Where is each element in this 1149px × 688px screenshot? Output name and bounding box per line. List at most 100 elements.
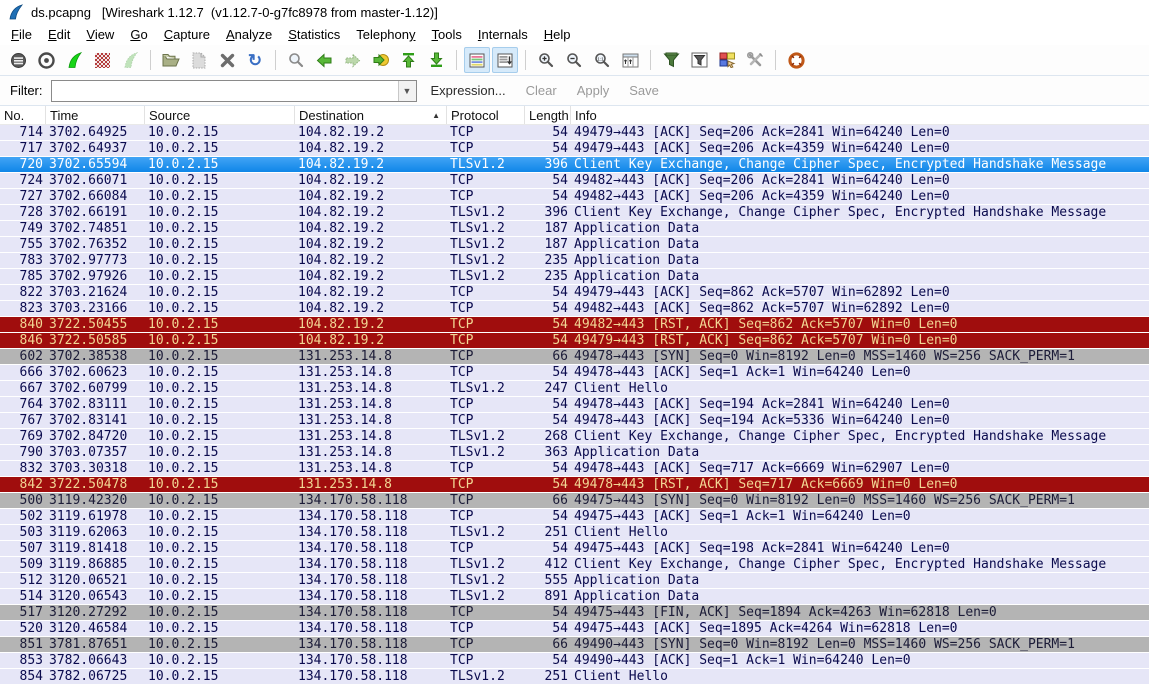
packet-row-785[interactable]: 7853702.9792610.0.2.15104.82.19.2TLSv1.2… <box>0 269 1149 285</box>
column-header-time[interactable]: Time <box>46 106 145 124</box>
packet-row-507[interactable]: 5073119.8141810.0.2.15134.170.58.118TCP5… <box>0 541 1149 557</box>
display-filters-icon[interactable] <box>686 47 712 73</box>
packet-row-767[interactable]: 7673702.8314110.0.2.15131.253.14.8TCP544… <box>0 413 1149 429</box>
resize-columns-icon[interactable] <box>617 47 643 73</box>
cell-time: 3702.97773 <box>46 253 145 268</box>
restart-capture-icon[interactable] <box>117 47 143 73</box>
go-forward-icon[interactable] <box>339 47 365 73</box>
close-file-icon[interactable] <box>214 47 240 73</box>
packet-row-846[interactable]: 8463722.5058510.0.2.15104.82.19.2TCP5449… <box>0 333 1149 349</box>
expression-button[interactable]: Expression... <box>425 83 512 98</box>
packet-row-854[interactable]: 8543782.0672510.0.2.15134.170.58.118TLSv… <box>0 669 1149 685</box>
packet-row-517[interactable]: 5173120.2729210.0.2.15134.170.58.118TCP5… <box>0 605 1149 621</box>
packet-row-509[interactable]: 5093119.8688510.0.2.15134.170.58.118TLSv… <box>0 557 1149 573</box>
packet-row-724[interactable]: 7243702.6607110.0.2.15104.82.19.2TCP5449… <box>0 173 1149 189</box>
filter-label: Filter: <box>10 83 43 98</box>
list-interfaces-icon[interactable] <box>5 47 31 73</box>
menu-item-statistics[interactable]: Statistics <box>280 25 348 44</box>
menu-item-help[interactable]: Help <box>536 25 579 44</box>
zoom-100-icon[interactable]: 1:1 <box>589 47 615 73</box>
packet-row-823[interactable]: 8233703.2316610.0.2.15104.82.19.2TCP5449… <box>0 301 1149 317</box>
packet-row-502[interactable]: 5023119.6197810.0.2.15134.170.58.118TCP5… <box>0 509 1149 525</box>
cell-source: 10.0.2.15 <box>145 461 295 476</box>
filter-dropdown-button[interactable]: ▼ <box>398 81 416 101</box>
packet-row-822[interactable]: 8223703.2162410.0.2.15104.82.19.2TCP5449… <box>0 285 1149 301</box>
menu-item-go[interactable]: Go <box>122 25 155 44</box>
menu-item-telephony[interactable]: Telephony <box>348 25 423 44</box>
column-header-length[interactable]: Length <box>525 106 571 124</box>
packet-row-783[interactable]: 7833702.9777310.0.2.15104.82.19.2TLSv1.2… <box>0 253 1149 269</box>
packet-row-749[interactable]: 7493702.7485110.0.2.15104.82.19.2TLSv1.2… <box>0 221 1149 237</box>
autoscroll-icon[interactable] <box>492 47 518 73</box>
colorize-icon[interactable] <box>464 47 490 73</box>
menu-item-analyze[interactable]: Analyze <box>218 25 280 44</box>
cell-protocol: TLSv1.2 <box>447 557 525 572</box>
capture-options-icon[interactable] <box>33 47 59 73</box>
packet-row-790[interactable]: 7903703.0735710.0.2.15131.253.14.8TLSv1.… <box>0 445 1149 461</box>
cell-destination: 104.82.19.2 <box>295 317 447 332</box>
column-header-source[interactable]: Source <box>145 106 295 124</box>
menu-item-edit[interactable]: Edit <box>40 25 78 44</box>
capture-filters-icon[interactable] <box>658 47 684 73</box>
start-capture-icon[interactable] <box>61 47 87 73</box>
clear-button[interactable]: Clear <box>520 83 563 98</box>
zoom-out-icon[interactable] <box>561 47 587 73</box>
cell-destination: 131.253.14.8 <box>295 365 447 380</box>
filter-input[interactable] <box>52 81 398 101</box>
menu-item-tools[interactable]: Tools <box>424 25 470 44</box>
help-icon[interactable] <box>783 47 809 73</box>
packet-row-602[interactable]: 6023702.3853810.0.2.15131.253.14.8TCP664… <box>0 349 1149 365</box>
column-header-no[interactable]: No. <box>0 106 46 124</box>
toolbar-separator <box>650 50 651 70</box>
cell-info: 49475→443 [ACK] Seq=1 Ack=1 Win=64240 Le… <box>571 509 1149 524</box>
save-button[interactable]: Save <box>623 83 665 98</box>
packet-row-728[interactable]: 7283702.6619110.0.2.15104.82.19.2TLSv1.2… <box>0 205 1149 221</box>
column-header-destination[interactable]: Destination▲ <box>295 106 447 124</box>
cell-protocol: TCP <box>447 621 525 636</box>
go-to-bottom-icon[interactable] <box>423 47 449 73</box>
stop-capture-icon[interactable] <box>89 47 115 73</box>
packet-row-520[interactable]: 5203120.4658410.0.2.15134.170.58.118TCP5… <box>0 621 1149 637</box>
packet-row-755[interactable]: 7553702.7635210.0.2.15104.82.19.2TLSv1.2… <box>0 237 1149 253</box>
packet-row-717[interactable]: 7173702.6493710.0.2.15104.82.19.2TCP5449… <box>0 141 1149 157</box>
packet-row-832[interactable]: 8323703.3031810.0.2.15131.253.14.8TCP544… <box>0 461 1149 477</box>
packet-row-503[interactable]: 5033119.6206310.0.2.15134.170.58.118TLSv… <box>0 525 1149 541</box>
packet-row-714[interactable]: 7143702.6492510.0.2.15104.82.19.2TCP5449… <box>0 125 1149 141</box>
cell-time: 3120.46584 <box>46 621 145 636</box>
packet-row-842[interactable]: 8423722.5047810.0.2.15131.253.14.8TCP544… <box>0 477 1149 493</box>
go-to-top-icon[interactable] <box>395 47 421 73</box>
reload-icon[interactable]: ↻ <box>242 47 268 73</box>
go-back-icon[interactable] <box>311 47 337 73</box>
packet-row-666[interactable]: 6663702.6062310.0.2.15131.253.14.8TCP544… <box>0 365 1149 381</box>
apply-button[interactable]: Apply <box>571 83 616 98</box>
menu-item-capture[interactable]: Capture <box>156 25 218 44</box>
cell-protocol: TLSv1.2 <box>447 669 525 684</box>
packet-row-851[interactable]: 8513781.8765110.0.2.15134.170.58.118TCP6… <box>0 637 1149 653</box>
toolbar-separator <box>775 50 776 70</box>
coloring-rules-icon[interactable] <box>714 47 740 73</box>
cell-protocol: TCP <box>447 173 525 188</box>
packet-row-720[interactable]: 7203702.6559410.0.2.15104.82.19.2TLSv1.2… <box>0 157 1149 173</box>
cell-no: 509 <box>0 557 46 572</box>
packet-row-840[interactable]: 8403722.5045510.0.2.15104.82.19.2TCP5449… <box>0 317 1149 333</box>
packet-row-764[interactable]: 7643702.8311110.0.2.15131.253.14.8TCP544… <box>0 397 1149 413</box>
packet-row-514[interactable]: 5143120.0654310.0.2.15134.170.58.118TLSv… <box>0 589 1149 605</box>
save-file-icon[interactable] <box>186 47 212 73</box>
packet-row-727[interactable]: 7273702.6608410.0.2.15104.82.19.2TCP5449… <box>0 189 1149 205</box>
go-to-packet-icon[interactable] <box>367 47 393 73</box>
packet-row-853[interactable]: 8533782.0664310.0.2.15134.170.58.118TCP5… <box>0 653 1149 669</box>
menu-item-file[interactable]: File <box>3 25 40 44</box>
packet-row-500[interactable]: 5003119.4232010.0.2.15134.170.58.118TCP6… <box>0 493 1149 509</box>
zoom-in-icon[interactable] <box>533 47 559 73</box>
open-file-icon[interactable] <box>158 47 184 73</box>
menu-item-internals[interactable]: Internals <box>470 25 536 44</box>
packet-row-667[interactable]: 6673702.6079910.0.2.15131.253.14.8TLSv1.… <box>0 381 1149 397</box>
menu-item-view[interactable]: View <box>78 25 122 44</box>
column-header-protocol[interactable]: Protocol <box>447 106 525 124</box>
packet-row-512[interactable]: 5123120.0652110.0.2.15134.170.58.118TLSv… <box>0 573 1149 589</box>
packet-row-769[interactable]: 7693702.8472010.0.2.15131.253.14.8TLSv1.… <box>0 429 1149 445</box>
preferences-icon[interactable] <box>742 47 768 73</box>
find-packet-icon[interactable] <box>283 47 309 73</box>
column-header-info[interactable]: Info <box>571 106 1149 124</box>
cell-no: 512 <box>0 573 46 588</box>
